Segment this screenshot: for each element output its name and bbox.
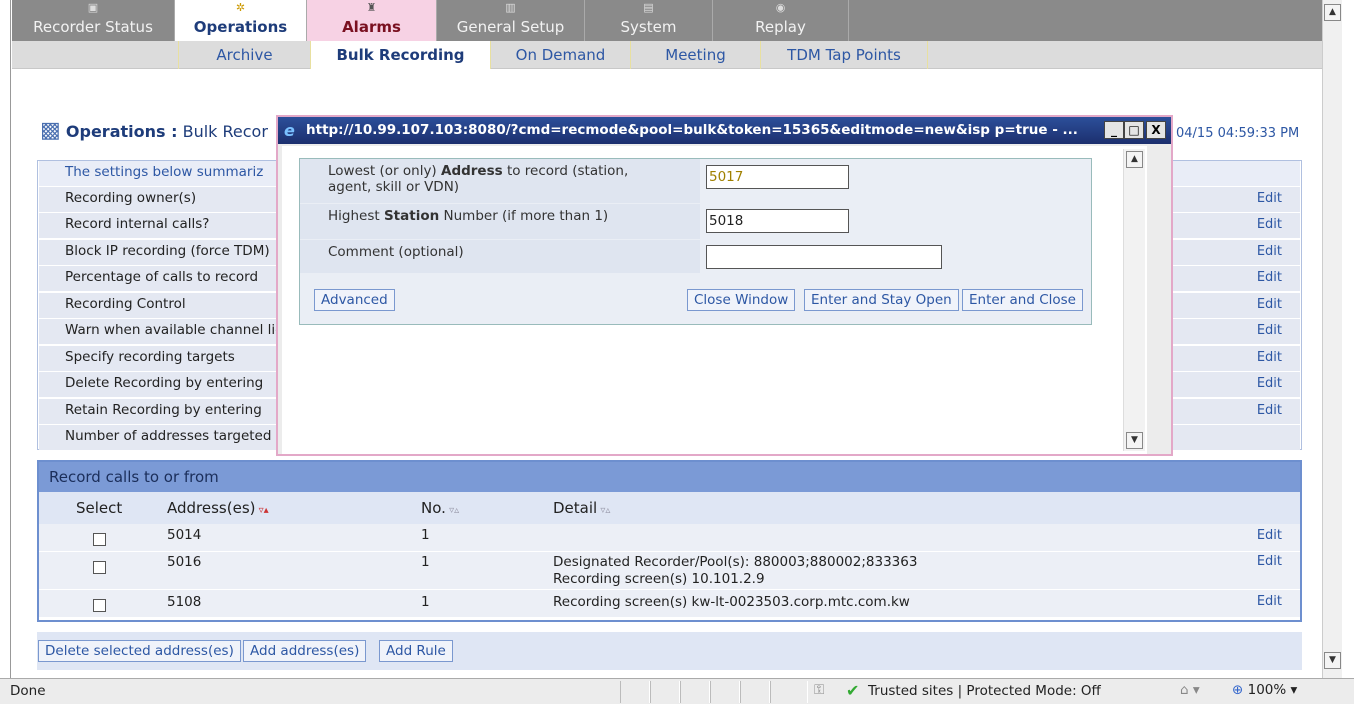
- add-address-button[interactable]: Add address(es): [243, 640, 367, 662]
- edit-link[interactable]: Edit: [1257, 297, 1282, 312]
- scroll-up-icon: ▲: [1324, 4, 1341, 21]
- subtab-bulk-recording[interactable]: Bulk Recording: [310, 41, 490, 69]
- tab-replay[interactable]: ◉ Replay: [713, 0, 849, 41]
- scroll-down-icon: ▼: [1324, 652, 1341, 669]
- page-scrollbar[interactable]: ▲ ▼: [1322, 0, 1342, 678]
- subtab-tdm-tap-points[interactable]: TDM Tap Points: [760, 41, 928, 69]
- subtab-on-demand[interactable]: On Demand: [490, 41, 630, 69]
- lowest-address-label: Lowest (or only) Address to record (stat…: [300, 159, 700, 203]
- lowest-address-input[interactable]: 5017: [706, 165, 849, 189]
- select-checkbox[interactable]: [93, 533, 106, 546]
- highest-station-input[interactable]: 5018: [706, 209, 849, 233]
- edit-link[interactable]: Edit: [1257, 217, 1282, 232]
- sort-icon: ▿▵: [445, 505, 460, 516]
- action-bar: Delete selected address(es) Add address(…: [37, 632, 1302, 670]
- timestamp: 04/15 04:59:33 PM: [1176, 126, 1300, 141]
- ie-icon: e: [284, 121, 295, 140]
- enter-stay-open-button[interactable]: Enter and Stay Open: [804, 289, 959, 311]
- table-header: Select Address(es) ▿▴ No. ▿▵ Detail ▿▵: [39, 492, 1300, 524]
- sub-tabs: Archive Bulk Recording On Demand Meeting…: [12, 41, 1322, 69]
- edit-link[interactable]: Edit: [1257, 191, 1282, 206]
- popup-window: e http://10.99.107.103:8080/?cmd=recmode&…: [276, 115, 1173, 456]
- subtab-meeting[interactable]: Meeting: [630, 41, 760, 69]
- check-icon: ✔: [846, 681, 860, 700]
- alarm-icon: ♜: [366, 1, 377, 14]
- scroll-up-icon: ▲: [1126, 151, 1143, 168]
- comment-label: Comment (optional): [300, 240, 700, 273]
- scroll-down-icon: ▼: [1126, 432, 1143, 449]
- edit-link[interactable]: Edit: [1257, 323, 1282, 338]
- advanced-button[interactable]: Advanced: [314, 289, 395, 311]
- sort-icon: ▿▴: [255, 505, 269, 516]
- protected-mode-icon[interactable]: ⌂ ▾: [1180, 682, 1200, 698]
- tab-alarms[interactable]: ♜ Alarms: [307, 0, 437, 41]
- edit-link[interactable]: Edit: [1257, 376, 1282, 391]
- select-checkbox[interactable]: [93, 561, 106, 574]
- comment-input[interactable]: [706, 245, 942, 269]
- edit-link[interactable]: Edit: [1257, 244, 1282, 259]
- close-button[interactable]: X: [1146, 121, 1166, 139]
- tab-operations[interactable]: ✲ Operations: [175, 0, 307, 41]
- edit-link[interactable]: Edit: [1257, 528, 1282, 543]
- setup-icon: ▥: [505, 1, 516, 14]
- table-row: 5016 1 Designated Recorder/Pool(s): 8800…: [39, 552, 1300, 590]
- popup-body: Lowest (or only) Address to record (stat…: [282, 146, 1147, 454]
- gears-icon: ✲: [235, 1, 246, 14]
- edit-link[interactable]: Edit: [1257, 270, 1282, 285]
- operations-icon: ▩: [40, 118, 61, 143]
- address-form: Lowest (or only) Address to record (stat…: [299, 158, 1092, 325]
- select-checkbox[interactable]: [93, 599, 106, 612]
- minimize-button[interactable]: _: [1104, 121, 1124, 139]
- status-bar: Done ⚿ ✔ Trusted sites | Protected Mode:…: [0, 678, 1354, 704]
- monitor-icon: ▣: [87, 1, 99, 14]
- delete-selected-button[interactable]: Delete selected address(es): [38, 640, 241, 662]
- col-no[interactable]: No. ▿▵: [421, 499, 459, 517]
- zoom-icon: ⊕: [1232, 682, 1244, 698]
- maximize-button[interactable]: □: [1124, 121, 1144, 139]
- main-tabs: ▣ Recorder Status ✲ Operations ♜ Alarms ▥ Ge…: [12, 0, 1322, 41]
- edit-link[interactable]: Edit: [1257, 403, 1282, 418]
- table-row: 5108 1 Recording screen(s) kw-lt-0023503…: [39, 590, 1300, 618]
- tab-general-setup[interactable]: ▥ General Setup: [437, 0, 585, 41]
- zone-text: Trusted sites | Protected Mode: Off: [868, 683, 1101, 699]
- record-panel-title: Record calls to or from: [39, 462, 1300, 492]
- zoom-control[interactable]: ⊕ 100% ▾: [1232, 682, 1297, 698]
- status-text: Done: [10, 683, 46, 699]
- col-address[interactable]: Address(es) ▿▴: [167, 499, 269, 517]
- tab-recorder-status[interactable]: ▣ Recorder Status: [12, 0, 175, 41]
- edit-link[interactable]: Edit: [1257, 554, 1282, 569]
- tab-system[interactable]: ▤ System: [585, 0, 713, 41]
- popup-scrollbar[interactable]: ▲ ▼: [1123, 149, 1145, 451]
- highest-station-label: Highest Station Number (if more than 1): [300, 204, 700, 239]
- system-icon: ▤: [643, 1, 654, 14]
- col-select: Select: [76, 499, 123, 517]
- subtab-archive[interactable]: Archive: [178, 41, 310, 69]
- replay-icon: ◉: [775, 1, 786, 14]
- enter-close-button[interactable]: Enter and Close: [962, 289, 1083, 311]
- edit-link[interactable]: Edit: [1257, 594, 1282, 609]
- close-window-button[interactable]: Close Window: [687, 289, 796, 311]
- edit-link[interactable]: Edit: [1257, 350, 1282, 365]
- table-row: 5014 1 Edit: [39, 524, 1300, 552]
- security-icon: ⚿: [814, 682, 825, 698]
- popup-title-bar[interactable]: e http://10.99.107.103:8080/?cmd=recmode&…: [278, 117, 1171, 144]
- sort-icon: ▿▵: [597, 505, 611, 516]
- record-calls-panel: Record calls to or from Select Address(e…: [37, 460, 1302, 622]
- col-detail[interactable]: Detail ▿▵: [553, 499, 610, 517]
- page-title: ▩ Operations : Bulk Recor: [40, 118, 268, 143]
- add-rule-button[interactable]: Add Rule: [379, 640, 453, 662]
